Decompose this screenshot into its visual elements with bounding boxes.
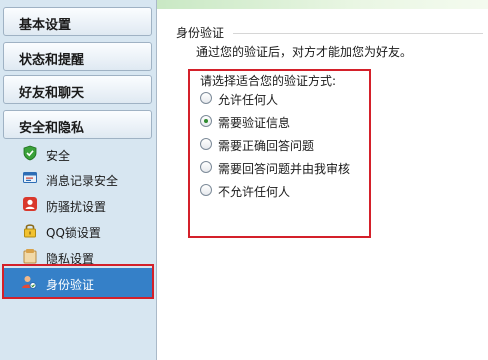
top-decoration-bar — [157, 0, 488, 9]
anti-harass-icon — [23, 197, 37, 211]
section-title: 身份验证 — [176, 26, 225, 40]
verification-prompt: 请选择适合您的验证方式: — [200, 74, 337, 88]
shield-icon — [23, 145, 37, 161]
option-require-correct-answer[interactable]: 需要正确回答问题 — [200, 136, 370, 154]
sidebar-item-anti-harassment[interactable]: 防骚扰设置 — [0, 193, 155, 218]
option-allow-anyone[interactable]: 允许任何人 — [200, 90, 370, 108]
radio-button-checked[interactable] — [200, 115, 212, 127]
sidebar-item-qq-lock[interactable]: QQ锁设置 — [0, 219, 155, 244]
radio-button[interactable] — [200, 184, 212, 196]
category-friends-chat[interactable]: 好友和聊天 — [3, 75, 152, 104]
section-divider — [233, 33, 483, 34]
sidebar-item-message-record-security[interactable]: 消息记录安全 — [0, 167, 155, 192]
lock-icon — [24, 224, 36, 238]
settings-sidebar: 基本设置 状态和提醒 好友和聊天 安全和隐私 安全 消息记录安全 防骚扰设置 Q… — [0, 0, 157, 360]
category-status-reminders[interactable]: 状态和提醒 — [3, 42, 152, 71]
chat-record-icon — [23, 172, 37, 183]
privacy-icon — [23, 249, 37, 264]
option-allow-nobody[interactable]: 不允许任何人 — [200, 182, 370, 200]
radio-button[interactable] — [200, 161, 212, 173]
category-basic-settings[interactable]: 基本设置 — [3, 7, 152, 36]
option-require-verification-message[interactable]: 需要验证信息 — [200, 113, 370, 131]
category-security-privacy[interactable]: 安全和隐私 — [3, 110, 152, 139]
section-description: 通过您的验证后，对方才能加您为好友。 — [196, 45, 413, 59]
selected-item-highlight — [2, 264, 154, 299]
radio-button[interactable] — [200, 92, 212, 104]
radio-button[interactable] — [200, 138, 212, 150]
sidebar-item-security[interactable]: 安全 — [0, 142, 155, 167]
option-answer-and-review[interactable]: 需要回答问题并由我审核 — [200, 159, 370, 177]
